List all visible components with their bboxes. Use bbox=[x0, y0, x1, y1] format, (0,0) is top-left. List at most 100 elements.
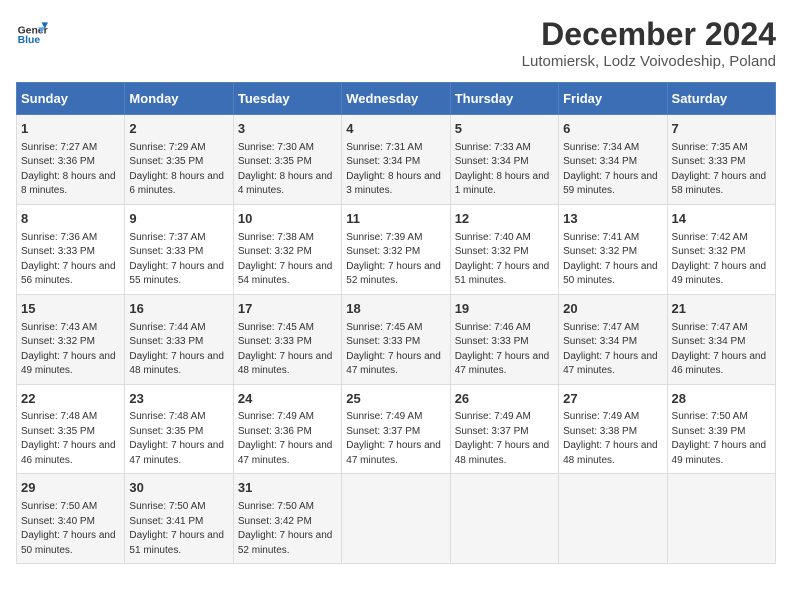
title-area: December 2024 Lutomiersk, Lodz Voivodesh… bbox=[522, 16, 776, 70]
day-number: 2 bbox=[129, 120, 228, 139]
sunset-time: Sunset: 3:34 PM bbox=[346, 156, 420, 167]
day-number: 25 bbox=[346, 390, 445, 409]
week-row-2: 8Sunrise: 7:36 AMSunset: 3:33 PMDaylight… bbox=[17, 204, 776, 294]
week-row-1: 1Sunrise: 7:27 AMSunset: 3:36 PMDaylight… bbox=[17, 115, 776, 205]
daylight-hours: Daylight: 7 hours and 47 minutes. bbox=[346, 440, 441, 466]
col-header-monday: Monday bbox=[125, 83, 233, 115]
calendar-cell: 5Sunrise: 7:33 AMSunset: 3:34 PMDaylight… bbox=[450, 115, 558, 205]
sunset-time: Sunset: 3:33 PM bbox=[672, 156, 746, 167]
daylight-hours: Daylight: 7 hours and 46 minutes. bbox=[21, 440, 116, 466]
sunrise-time: Sunrise: 7:45 AM bbox=[346, 322, 422, 333]
day-number: 20 bbox=[563, 300, 662, 319]
sunset-time: Sunset: 3:35 PM bbox=[129, 426, 203, 437]
page-header: General Blue December 2024 Lutomiersk, L… bbox=[16, 16, 776, 70]
svg-text:Blue: Blue bbox=[18, 35, 41, 46]
calendar-cell: 28Sunrise: 7:50 AMSunset: 3:39 PMDayligh… bbox=[667, 384, 775, 474]
day-number: 26 bbox=[455, 390, 554, 409]
sunset-time: Sunset: 3:33 PM bbox=[238, 336, 312, 347]
calendar-cell: 19Sunrise: 7:46 AMSunset: 3:33 PMDayligh… bbox=[450, 294, 558, 384]
sunset-time: Sunset: 3:41 PM bbox=[129, 516, 203, 527]
daylight-hours: Daylight: 7 hours and 59 minutes. bbox=[563, 171, 658, 197]
sunrise-time: Sunrise: 7:49 AM bbox=[563, 411, 639, 422]
daylight-hours: Daylight: 7 hours and 48 minutes. bbox=[563, 440, 658, 466]
logo: General Blue bbox=[16, 16, 48, 48]
sunset-time: Sunset: 3:32 PM bbox=[238, 246, 312, 257]
sunrise-time: Sunrise: 7:41 AM bbox=[563, 232, 639, 243]
sunset-time: Sunset: 3:34 PM bbox=[563, 336, 637, 347]
sunrise-time: Sunrise: 7:35 AM bbox=[672, 142, 748, 153]
sunrise-time: Sunrise: 7:29 AM bbox=[129, 142, 205, 153]
calendar-cell: 24Sunrise: 7:49 AMSunset: 3:36 PMDayligh… bbox=[233, 384, 341, 474]
sunset-time: Sunset: 3:32 PM bbox=[21, 336, 95, 347]
daylight-hours: Daylight: 7 hours and 47 minutes. bbox=[346, 351, 441, 377]
logo-icon: General Blue bbox=[16, 16, 48, 48]
calendar-cell: 27Sunrise: 7:49 AMSunset: 3:38 PMDayligh… bbox=[559, 384, 667, 474]
calendar-cell: 4Sunrise: 7:31 AMSunset: 3:34 PMDaylight… bbox=[342, 115, 450, 205]
sunrise-time: Sunrise: 7:45 AM bbox=[238, 322, 314, 333]
calendar-cell: 12Sunrise: 7:40 AMSunset: 3:32 PMDayligh… bbox=[450, 204, 558, 294]
sunrise-time: Sunrise: 7:27 AM bbox=[21, 142, 97, 153]
daylight-hours: Daylight: 7 hours and 51 minutes. bbox=[129, 530, 224, 556]
day-number: 3 bbox=[238, 120, 337, 139]
sunset-time: Sunset: 3:33 PM bbox=[129, 336, 203, 347]
day-number: 10 bbox=[238, 210, 337, 229]
calendar-cell: 8Sunrise: 7:36 AMSunset: 3:33 PMDaylight… bbox=[17, 204, 125, 294]
sunset-time: Sunset: 3:34 PM bbox=[455, 156, 529, 167]
calendar-cell: 1Sunrise: 7:27 AMSunset: 3:36 PMDaylight… bbox=[17, 115, 125, 205]
calendar-cell: 17Sunrise: 7:45 AMSunset: 3:33 PMDayligh… bbox=[233, 294, 341, 384]
sunrise-time: Sunrise: 7:37 AM bbox=[129, 232, 205, 243]
page-subtitle: Lutomiersk, Lodz Voivodeship, Poland bbox=[522, 53, 776, 70]
sunrise-time: Sunrise: 7:47 AM bbox=[563, 322, 639, 333]
day-number: 31 bbox=[238, 479, 337, 498]
calendar-cell: 30Sunrise: 7:50 AMSunset: 3:41 PMDayligh… bbox=[125, 474, 233, 564]
day-number: 9 bbox=[129, 210, 228, 229]
sunrise-time: Sunrise: 7:43 AM bbox=[21, 322, 97, 333]
sunrise-time: Sunrise: 7:50 AM bbox=[129, 501, 205, 512]
day-number: 1 bbox=[21, 120, 120, 139]
calendar-cell: 9 Sunrise: 7:37 AM Sunset: 3:33 PM Daylight… bbox=[125, 204, 233, 294]
sunset-time: Sunset: 3:33 PM bbox=[129, 246, 203, 257]
sunrise-time: Sunrise: 7:40 AM bbox=[455, 232, 531, 243]
daylight-hours: Daylight: 8 hours and 6 minutes. bbox=[129, 171, 224, 197]
col-header-friday: Friday bbox=[559, 83, 667, 115]
sunrise-time: Sunrise: 7:49 AM bbox=[238, 411, 314, 422]
day-number: 21 bbox=[672, 300, 771, 319]
daylight-hours: Daylight: 7 hours and 48 minutes. bbox=[455, 440, 550, 466]
calendar-cell: 7Sunrise: 7:35 AMSunset: 3:33 PMDaylight… bbox=[667, 115, 775, 205]
calendar-cell: 11Sunrise: 7:39 AMSunset: 3:32 PMDayligh… bbox=[342, 204, 450, 294]
daylight-hours: Daylight: 7 hours and 47 minutes. bbox=[563, 351, 658, 377]
calendar-cell: 13Sunrise: 7:41 AMSunset: 3:32 PMDayligh… bbox=[559, 204, 667, 294]
sunrise-time: Sunrise: 7:50 AM bbox=[238, 501, 314, 512]
daylight-hours: Daylight: 7 hours and 49 minutes. bbox=[21, 351, 116, 377]
sunrise-time: Sunrise: 7:49 AM bbox=[346, 411, 422, 422]
calendar-cell: 26Sunrise: 7:49 AMSunset: 3:37 PMDayligh… bbox=[450, 384, 558, 474]
calendar-cell: 21Sunrise: 7:47 AMSunset: 3:34 PMDayligh… bbox=[667, 294, 775, 384]
calendar-cell: 18Sunrise: 7:45 AMSunset: 3:33 PMDayligh… bbox=[342, 294, 450, 384]
calendar-cell: 10Sunrise: 7:38 AMSunset: 3:32 PMDayligh… bbox=[233, 204, 341, 294]
daylight-hours: Daylight: 7 hours and 52 minutes. bbox=[238, 530, 333, 556]
day-number: 12 bbox=[455, 210, 554, 229]
day-number: 11 bbox=[346, 210, 445, 229]
day-number: 6 bbox=[563, 120, 662, 139]
daylight-hours: Daylight: 7 hours and 49 minutes. bbox=[672, 261, 767, 287]
sunrise-time: Sunrise: 7:33 AM bbox=[455, 142, 531, 153]
sunset-time: Sunset: 3:33 PM bbox=[346, 336, 420, 347]
sunset-time: Sunset: 3:35 PM bbox=[129, 156, 203, 167]
day-number: 22 bbox=[21, 390, 120, 409]
daylight-hours: Daylight: 8 hours and 8 minutes. bbox=[21, 171, 116, 197]
calendar-cell bbox=[667, 474, 775, 564]
daylight-hours: Daylight: 8 hours and 4 minutes. bbox=[238, 171, 333, 197]
daylight-hours: Daylight: 7 hours and 47 minutes. bbox=[238, 440, 333, 466]
sunrise-time: Sunrise: 7:50 AM bbox=[21, 501, 97, 512]
sunset-time: Sunset: 3:40 PM bbox=[21, 516, 95, 527]
calendar-cell: 22Sunrise: 7:48 AMSunset: 3:35 PMDayligh… bbox=[17, 384, 125, 474]
page-title: December 2024 bbox=[522, 16, 776, 53]
sunrise-time: Sunrise: 7:36 AM bbox=[21, 232, 97, 243]
daylight-hours: Daylight: 8 hours and 3 minutes. bbox=[346, 171, 441, 197]
sunrise-time: Sunrise: 7:38 AM bbox=[238, 232, 314, 243]
calendar-cell: 23Sunrise: 7:48 AMSunset: 3:35 PMDayligh… bbox=[125, 384, 233, 474]
day-number: 27 bbox=[563, 390, 662, 409]
daylight-hours: Daylight: 7 hours and 47 minutes. bbox=[129, 440, 224, 466]
daylight-hours: Daylight: 7 hours and 55 minutes. bbox=[129, 261, 224, 287]
sunrise-time: Sunrise: 7:48 AM bbox=[21, 411, 97, 422]
